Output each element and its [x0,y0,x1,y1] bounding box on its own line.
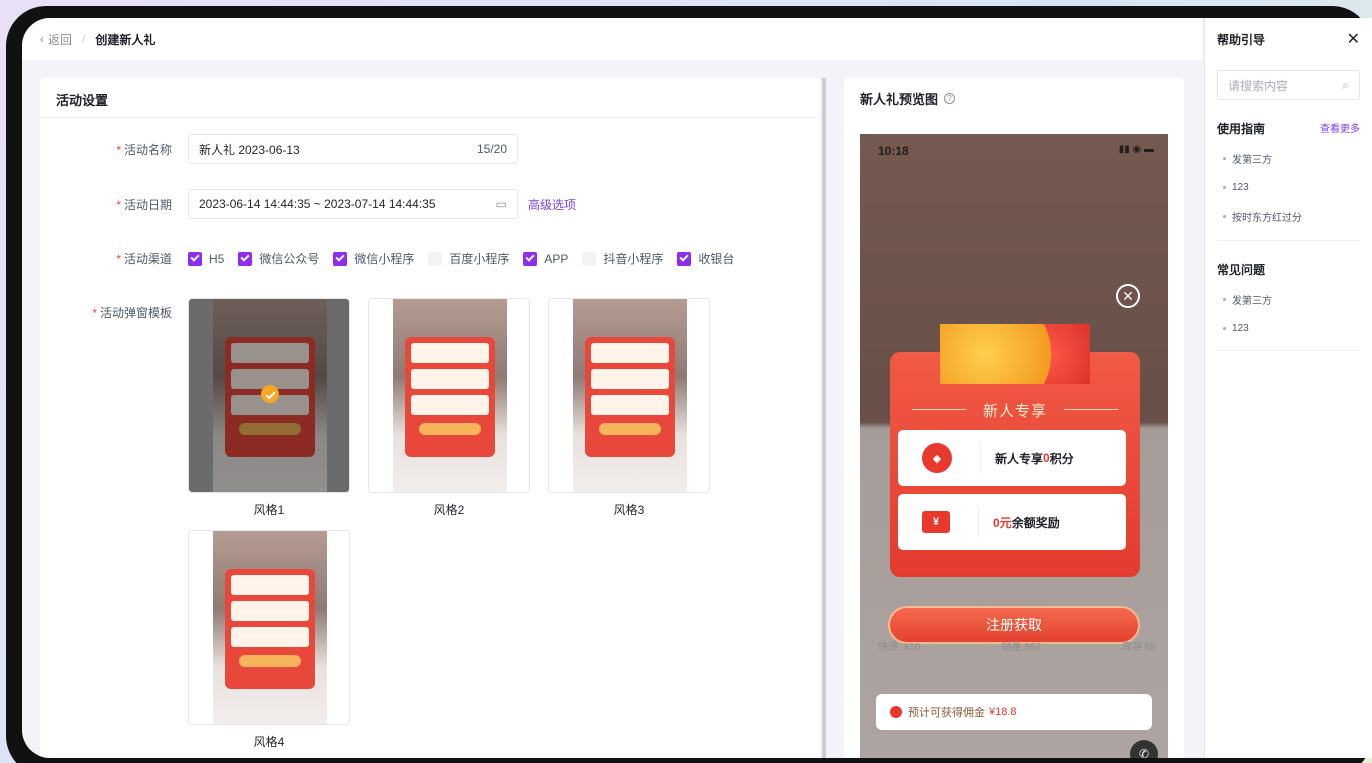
help-icon[interactable]: ? [944,92,956,104]
help-link-item[interactable]: 123 [1217,182,1360,193]
help-link-item[interactable]: 发第三方 [1217,292,1360,307]
section-title: 活动设置 [40,78,820,118]
back-link[interactable]: ‹ 返回 [40,31,72,48]
chevron-left-icon: ‹ [40,32,44,46]
template-option: 风格3 [548,298,710,518]
help-link-item[interactable]: 123 [1217,323,1360,334]
checkbox-icon [428,251,443,266]
commission-bar: 预计可获得佣金 ¥18.8 [876,694,1152,730]
points-coupon: ◆ 新人专享 0 积分 [898,430,1126,486]
guide-section: 使用指南 查看更多 发第三方 123 按时东方红过分 [1205,120,1372,241]
balance-coupon: ¥ 0元 余额奖励 [898,494,1126,550]
template-thumbnail[interactable] [188,530,350,725]
channel-checkbox[interactable]: 收银台 [677,250,734,267]
channel-checkbox[interactable]: 抖音小程序 [582,250,663,267]
checkbox-icon [238,251,253,266]
commission-icon [890,706,902,718]
checkbox-icon [333,251,348,266]
channel-checkbox[interactable]: APP [523,251,568,266]
channel-checkbox[interactable]: H5 [188,251,224,266]
red-envelope-decoration [940,324,1090,384]
checkbox-icon [523,251,538,266]
channel-checkbox-group: H5 微信公众号 微信小程序 百度小程序 APP 抖音小程序 收银台 [188,250,734,267]
breadcrumb-separator: / [82,32,86,46]
activity-name-label: 活动名称 [123,142,172,157]
template-thumbnail[interactable] [368,298,530,493]
guide-title: 使用指南 [1217,122,1266,136]
advanced-options-link[interactable]: 高级选项 [528,196,576,213]
help-title: 帮助引导 [1217,32,1266,47]
template-name: 风格2 [433,503,465,517]
points-icon: ◆ [922,443,952,473]
help-panel: 帮助引导 ✕ 请搜索内容 ⌕ 使用指南 查看更多 发第三方 123 按时东方红过分 … [1204,18,1372,758]
faq-section: 常见问题 发第三方 123 [1205,261,1372,351]
calendar-icon: ▭ [495,197,507,211]
gift-popup: 新人专享 ◆ 新人专享 0 积分 ¥ 0元 余额奖励 [890,352,1140,577]
app-screen: ‹ 返回 / 创建新人礼 活动设置 * 活动名称 新人礼 2023-06-13 1… [22,18,1372,758]
template-option: 风格2 [368,298,530,518]
wallet-icon: ¥ [922,511,950,533]
template-name: 风格3 [613,503,645,517]
back-label: 返回 [48,32,73,47]
activity-name-input[interactable]: 新人礼 2023-06-13 15/20 [188,134,518,164]
see-more-link[interactable]: 查看更多 [1320,120,1360,137]
page-title: 创建新人礼 [95,32,156,47]
check-icon [261,385,279,403]
help-link-item[interactable]: 按时东方红过分 [1217,209,1360,224]
checkbox-icon [582,251,597,266]
channel-checkbox[interactable]: 微信公众号 [238,250,319,267]
faq-title: 常见问题 [1217,263,1266,277]
panel-splitter[interactable] [822,78,826,758]
template-option: 风格4 [188,530,350,750]
activity-name-row: * 活动名称 新人礼 2023-06-13 15/20 [40,134,518,164]
close-icon[interactable]: ✕ [1116,284,1140,308]
template-thumbnail[interactable] [188,298,350,493]
char-count: 15/20 [476,142,507,156]
preview-panel: 新人礼预览图 ? 10:18 ▮▮ ◉ ▬ ✕ 新人专享 ◆ 新人专享 0 积分 ¥… [844,78,1184,758]
channels-row: * 活动渠道 H5 微信公众号 微信小程序 百度小程序 APP 抖音小程序 收银台 [116,250,735,267]
product-stats: 快递: ¥10 销量 862 库存 65 [878,642,1156,653]
template-option: 风格1 [188,298,350,518]
template-thumbnail[interactable] [548,298,710,493]
channel-checkbox[interactable]: 百度小程序 [428,250,509,267]
search-icon: ⌕ [1342,77,1349,92]
checkbox-icon [188,251,202,266]
popup-title: 新人专享 [890,400,1140,421]
help-search-input[interactable]: 请搜索内容 ⌕ [1217,70,1360,100]
date-range-picker[interactable]: 2023-06-14 14:44:35 ~ 2023-07-14 14:44:3… [188,189,518,219]
channels-label: 活动渠道 [123,252,172,266]
activity-date-label: 活动日期 [123,197,172,212]
preview-title: 新人礼预览图 [860,91,939,107]
preview-header: 新人礼预览图 ? [844,78,1184,118]
template-label: 活动弹窗模板 [99,306,172,320]
help-link-item[interactable]: 发第三方 [1217,151,1360,166]
template-row: * 活动弹窗模板 [92,306,172,320]
channel-checkbox[interactable]: 微信小程序 [333,250,414,267]
template-name: 风格1 [253,503,285,517]
activity-settings-panel: 活动设置 * 活动名称 新人礼 2023-06-13 15/20 * 活动日期 20… [40,78,820,758]
phone-preview: 10:18 ▮▮ ◉ ▬ ✕ 新人专享 ◆ 新人专享 0 积分 ¥ 0元 余额奖励 注… [860,134,1168,758]
activity-date-row: * 活动日期 2023-06-14 14:44:35 ~ 2023-07-14 1… [40,189,576,219]
checkbox-icon [677,251,692,266]
close-icon[interactable]: ✕ [1347,29,1360,49]
breadcrumb: ‹ 返回 / 创建新人礼 [22,18,1202,60]
template-name: 风格4 [253,735,285,749]
